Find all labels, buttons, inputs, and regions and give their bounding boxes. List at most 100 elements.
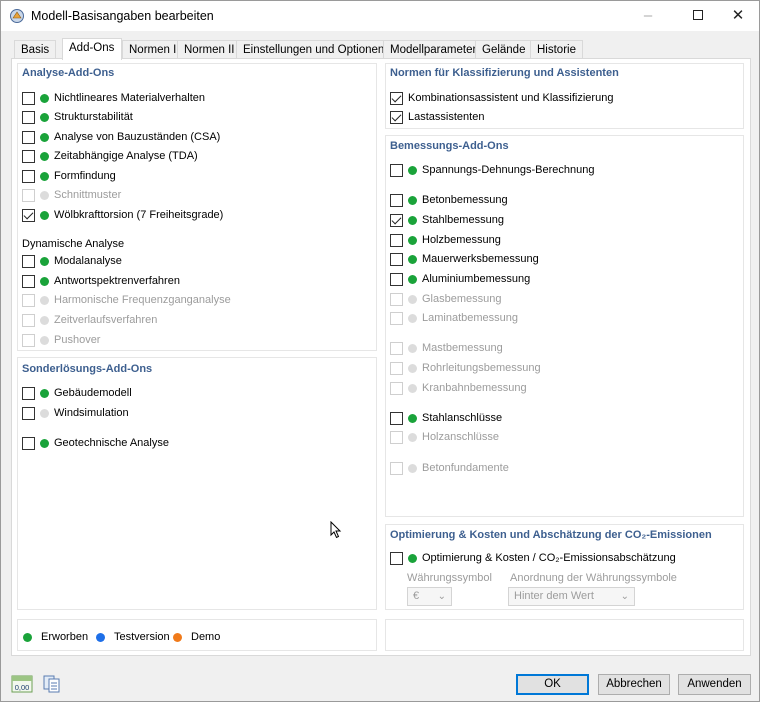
checkbox-strukturstabilitat[interactable] — [22, 110, 35, 124]
addon-row-zeitabhangige-analyse-tda[interactable]: Zeitabhängige Analyse (TDA) — [22, 148, 198, 164]
status-dot-icon — [40, 93, 49, 103]
currency-symbol-value: € — [413, 590, 420, 602]
addon-row-mauerwerksbemessung[interactable]: Mauerwerksbemessung — [390, 251, 539, 267]
checkbox-rohrleitungsbemessung — [390, 361, 403, 375]
special-addons-title: Sonderlösungs-Add-Ons — [22, 363, 153, 375]
currency-symbol-label: Währungssymbol — [407, 572, 492, 584]
checkbox-windsimulation[interactable] — [22, 406, 35, 420]
checkbox-aluminiumbemessung[interactable] — [390, 272, 403, 286]
legend-item-demo: Demo — [173, 629, 220, 645]
addon-row-holzbemessung[interactable]: Holzbemessung — [390, 232, 501, 248]
units-icon[interactable]: 0,00 — [11, 674, 33, 694]
addon-row-formfindung[interactable]: Formfindung — [22, 168, 116, 184]
status-dot-icon — [408, 413, 417, 423]
checkbox-modalanalyse[interactable] — [22, 254, 35, 268]
checkbox-antwortspektrenverfahren[interactable] — [22, 274, 35, 288]
legend-item-erworben: Erworben — [23, 629, 88, 645]
chevron-down-icon: ⌄ — [437, 591, 446, 602]
tab-gelaende[interactable]: Gelände — [475, 40, 533, 59]
addon-row-analyse-von-bauzustanden-csa[interactable]: Analyse von Bauzuständen (CSA) — [22, 129, 220, 145]
status-dot-icon — [40, 276, 49, 286]
tab-basis[interactable]: Basis — [14, 40, 57, 59]
checkbox-mauerwerksbemessung[interactable] — [390, 252, 403, 266]
copy-settings-icon[interactable] — [41, 674, 63, 694]
status-dot-icon — [408, 553, 417, 563]
dynamic-analysis-title: Dynamische Analyse — [22, 238, 125, 250]
checkbox-betonbemessung[interactable] — [390, 193, 403, 207]
addon-row-stahlanschlusse[interactable]: Stahlanschlüsse — [390, 410, 502, 426]
status-dot-icon — [408, 383, 417, 393]
analysis-addons-title: Analyse-Add-Ons — [22, 67, 115, 79]
addon-row-strukturstabilitat[interactable]: Strukturstabilität — [22, 109, 133, 125]
checkbox-spannungs-dehnungs-berechnung[interactable] — [390, 163, 403, 177]
addon-label: Glasbemessung — [422, 293, 502, 305]
addon-row-pushover: Pushover — [22, 332, 100, 348]
addon-label: Schnittmuster — [54, 189, 122, 201]
checkbox-stahlbemessung[interactable] — [390, 213, 403, 227]
minimize-icon[interactable]: – — [626, 1, 670, 31]
status-dot-icon — [408, 432, 417, 442]
status-dot-icon — [40, 151, 49, 161]
units-icon-text: 0,00 — [15, 683, 30, 692]
currency-symbol-select[interactable]: € ⌄ — [407, 587, 452, 606]
currency-position-select[interactable]: Hinter dem Wert ⌄ — [508, 587, 635, 606]
addon-row-antwortspektrenverfahren[interactable]: Antwortspektrenverfahren — [22, 273, 180, 289]
tab-normen-1[interactable]: Normen I — [122, 40, 184, 59]
tab-modellparameter[interactable]: Modellparameter — [383, 40, 484, 59]
addon-row-lastassistenten[interactable]: Lastassistenten — [390, 109, 484, 125]
checkbox-gebaudemodell[interactable] — [22, 386, 35, 400]
addon-label: Wölbkrafttorsion (7 Freiheitsgrade) — [54, 209, 224, 221]
legend-label: Demo — [191, 631, 221, 643]
tab-normen-2[interactable]: Normen II — [177, 40, 242, 59]
addon-row-wolbkrafttorsion-7-freiheitsgrade[interactable]: Wölbkrafttorsion (7 Freiheitsgrade) — [22, 207, 223, 223]
close-icon[interactable]: ✕ — [716, 1, 760, 31]
checkbox-formfindung[interactable] — [22, 169, 35, 183]
addon-row-optimierung-kosten-co-emissionsabschatzung[interactable]: Optimierung & Kosten / CO₂-Emissionsabsc… — [390, 550, 676, 566]
apply-button[interactable]: Anwenden — [678, 674, 751, 695]
window-title: Modell-Basisangaben bearbeiten — [31, 9, 214, 23]
addon-row-modalanalyse[interactable]: Modalanalyse — [22, 253, 122, 269]
tab-historie[interactable]: Historie — [530, 40, 583, 59]
addon-row-geotechnische-analyse[interactable]: Geotechnische Analyse — [22, 435, 169, 451]
addon-row-gebaudemodell[interactable]: Gebäudemodell — [22, 385, 132, 401]
checkbox-analyse-von-bauzustanden-csa[interactable] — [22, 130, 35, 144]
status-dot-icon — [408, 463, 417, 473]
addon-label: Kranbahnbemessung — [422, 382, 527, 394]
checkbox-holzbemessung[interactable] — [390, 233, 403, 247]
checkbox-zeitabhangige-analyse-tda[interactable] — [22, 149, 35, 163]
checkbox-wolbkrafttorsion-7-freiheitsgrade[interactable] — [22, 208, 35, 222]
status-dot-icon — [408, 235, 417, 245]
addon-row-aluminiumbemessung[interactable]: Aluminiumbemessung — [390, 271, 530, 287]
checkbox-kombinationsassistent-und-klassifizierung[interactable] — [390, 91, 403, 105]
checkbox-lastassistenten[interactable] — [390, 110, 403, 124]
legend-label: Testversion — [114, 631, 170, 643]
addon-row-stahlbemessung[interactable]: Stahlbemessung — [390, 212, 504, 228]
addon-label: Modalanalyse — [54, 255, 122, 267]
checkbox-stahlanschlusse[interactable] — [390, 411, 403, 425]
checkbox-zeitverlaufsverfahren — [22, 313, 35, 327]
maximize-icon[interactable] — [676, 1, 720, 31]
addon-row-nichtlineares-materialverhalten[interactable]: Nichtlineares Materialverhalten — [22, 90, 205, 106]
checkbox-geotechnische-analyse[interactable] — [22, 436, 35, 450]
checkbox-optimierung-kosten-co-emissionsabschatzung[interactable] — [390, 551, 403, 565]
legend-dot-icon — [23, 632, 32, 642]
addon-row-spannungs-dehnungs-berechnung[interactable]: Spannungs-Dehnungs-Berechnung — [390, 162, 594, 178]
optimization-title: Optimierung & Kosten und Abschätzung der… — [390, 529, 712, 541]
addon-row-holzanschlusse: Holzanschlüsse — [390, 429, 499, 445]
cancel-button[interactable]: Abbrechen — [598, 674, 670, 695]
addon-label: Spannungs-Dehnungs-Berechnung — [422, 164, 595, 176]
tab-einstellungen[interactable]: Einstellungen und Optionen — [236, 40, 392, 59]
ok-button[interactable]: OK — [516, 674, 589, 695]
status-dot-icon — [40, 295, 49, 305]
addon-row-windsimulation[interactable]: Windsimulation — [22, 405, 129, 421]
tab-add-ons[interactable]: Add-Ons — [62, 38, 122, 60]
status-dot-icon — [40, 190, 49, 200]
checkbox-nichtlineares-materialverhalten[interactable] — [22, 91, 35, 105]
empty-info-group — [385, 619, 744, 651]
addon-row-betonbemessung[interactable]: Betonbemessung — [390, 192, 508, 208]
legend-dot-icon — [173, 632, 182, 642]
dialog-window: Modell-Basisangaben bearbeiten – ✕ Basis… — [0, 0, 760, 702]
addon-row-kombinationsassistent-und-klassifizierung[interactable]: Kombinationsassistent und Klassifizierun… — [390, 90, 613, 106]
status-dot-icon — [408, 363, 417, 373]
status-dot-icon — [408, 274, 417, 284]
